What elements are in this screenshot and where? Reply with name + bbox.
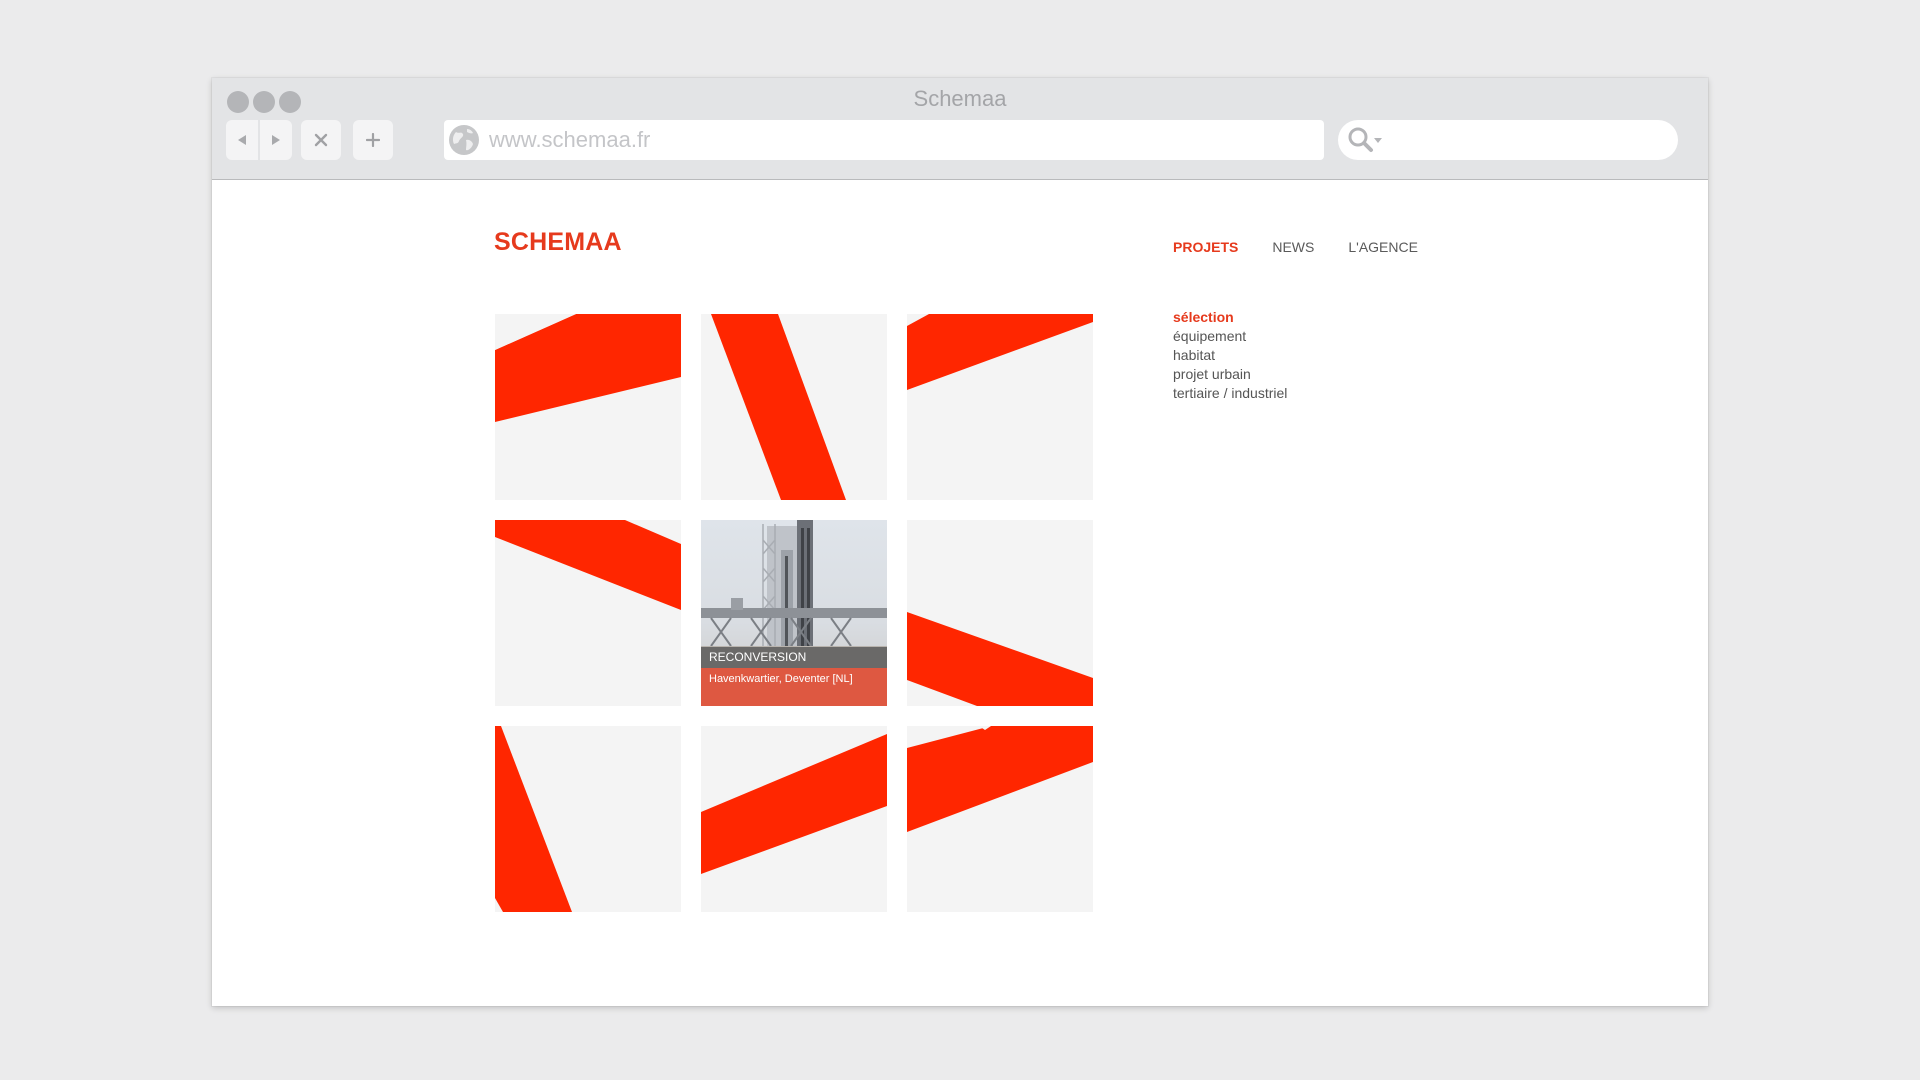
window-title: Schemaa (913, 86, 1007, 111)
project-tile[interactable] (907, 726, 1093, 912)
project-grid: RECONVERSION Havenkwartier, Deventer [NL… (495, 314, 1093, 912)
new-tab-button[interactable] (353, 120, 393, 160)
url-text: www.schemaa.fr (489, 127, 651, 152)
stop-button[interactable] (301, 120, 341, 160)
project-title-label: Havenkwartier, Deventer [NL] (701, 668, 887, 706)
category-equipement[interactable]: équipement (1173, 327, 1287, 346)
back-button[interactable] (226, 120, 258, 160)
project-tile[interactable] (701, 314, 887, 500)
category-habitat[interactable]: habitat (1173, 346, 1287, 365)
category-selection[interactable]: sélection (1173, 308, 1287, 327)
plus-icon (366, 133, 380, 147)
search-field[interactable] (1338, 120, 1678, 160)
category-projet-urbain[interactable]: projet urbain (1173, 365, 1287, 384)
address-bar[interactable]: www.schemaa.fr (444, 120, 1324, 160)
browser-titlebar: Schemaa www.schemaa.fr (212, 78, 1708, 180)
project-tile[interactable] (495, 726, 681, 912)
nav-item-news[interactable]: NEWS (1272, 239, 1314, 255)
browser-window: Schemaa www.schemaa.fr SCHEMAA PROJETS N… (212, 78, 1708, 1006)
project-tile[interactable] (907, 314, 1093, 500)
project-category-label: RECONVERSION (701, 647, 887, 668)
project-tile[interactable] (701, 726, 887, 912)
main-nav: PROJETS NEWS L'AGENCE (1173, 239, 1452, 255)
category-list: sélection équipement habitat projet urba… (1173, 308, 1287, 403)
page-content: SCHEMAA PROJETS NEWS L'AGENCE sélection … (212, 180, 1708, 1006)
globe-icon (449, 125, 479, 155)
category-tertiaire-industriel[interactable]: tertiaire / industriel (1173, 384, 1287, 403)
nav-item-agence[interactable]: L'AGENCE (1348, 239, 1418, 255)
back-icon (238, 135, 246, 145)
close-icon (314, 133, 328, 147)
project-tile[interactable] (495, 520, 681, 706)
search-icon (1348, 127, 1382, 152)
forward-button[interactable] (260, 120, 292, 160)
project-tile[interactable] (907, 520, 1093, 706)
site-logo[interactable]: SCHEMAA (494, 228, 622, 257)
nav-item-projets[interactable]: PROJETS (1173, 239, 1238, 255)
project-tile-featured[interactable]: RECONVERSION Havenkwartier, Deventer [NL… (701, 520, 887, 706)
project-tile[interactable] (495, 314, 681, 500)
forward-icon (272, 135, 280, 145)
